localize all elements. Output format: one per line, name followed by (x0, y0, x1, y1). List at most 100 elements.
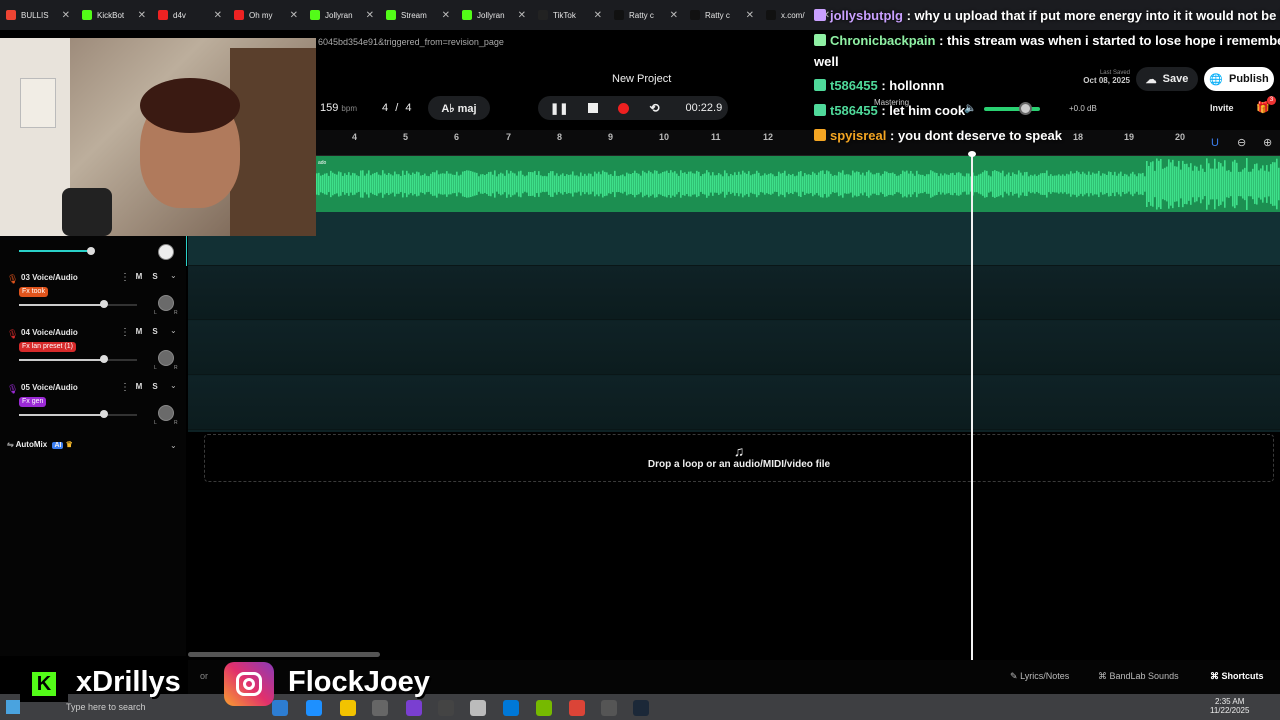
close-icon[interactable]: ✕ (594, 10, 602, 21)
close-icon[interactable]: ✕ (670, 10, 678, 21)
mute-button[interactable]: M (133, 271, 145, 283)
track-header[interactable]: 🎙 05 Voice/Audio Fx gen ⋮ M S ⌄ L R (0, 376, 186, 431)
save-button[interactable]: ☁ Save (1136, 67, 1198, 91)
drop-zone[interactable]: ♫ Drop a loop or an audio/MIDI/video fil… (204, 434, 1274, 482)
volume-knob[interactable] (100, 300, 108, 308)
tempo-display[interactable]: 159 bpm (320, 102, 357, 114)
taskbar-app-icon[interactable] (406, 700, 422, 716)
close-icon[interactable]: ✕ (746, 10, 754, 21)
loop-icon[interactable]: ⟲ (649, 101, 659, 115)
fx-badge[interactable]: Fx gen (19, 397, 47, 407)
taskbar-app-icon[interactable] (272, 700, 288, 716)
system-clock[interactable]: 2:35 AM 11/22/2025 (1210, 697, 1249, 715)
lane-03[interactable] (188, 266, 1280, 320)
automix-chevron-icon[interactable]: ⌄ (170, 441, 177, 450)
lane-04[interactable] (188, 321, 1280, 375)
fx-badge[interactable]: Fx lan preset (1) (19, 342, 76, 352)
horizontal-scrollbar[interactable] (188, 652, 380, 657)
close-icon[interactable]: ✕ (62, 10, 70, 21)
record-icon[interactable] (618, 102, 630, 114)
audio-region-waveform[interactable]: ado (316, 156, 1280, 212)
speaker-icon[interactable]: 🔈 (964, 103, 976, 114)
volume-knob[interactable] (100, 355, 108, 363)
project-title[interactable]: New Project (612, 73, 671, 85)
track-02-pan-knob[interactable] (158, 244, 174, 260)
solo-button[interactable]: S (149, 326, 161, 338)
magnet-icon[interactable]: U (1211, 137, 1219, 149)
chevron-down-icon[interactable]: ⌄ (170, 326, 177, 335)
playhead-handle[interactable] (968, 151, 976, 157)
pause-icon[interactable]: ❚❚ (550, 102, 568, 115)
close-icon[interactable]: ✕ (214, 10, 222, 21)
zoom-in-icon[interactable]: ⊕ (1263, 136, 1272, 149)
volume-slider[interactable] (19, 304, 137, 306)
close-icon[interactable]: ✕ (442, 10, 450, 21)
track-02-volume-slider[interactable] (19, 250, 91, 252)
fx-badge[interactable]: Fx took (19, 287, 48, 297)
taskbar-app-icon[interactable] (633, 700, 649, 716)
close-icon[interactable]: ✕ (138, 10, 146, 21)
browser-tab[interactable]: Oh my ✕ (228, 0, 304, 30)
track-name[interactable]: 04 Voice/Audio (21, 328, 78, 337)
browser-tab[interactable]: TikTok ✕ (532, 0, 608, 30)
chevron-down-icon[interactable]: ⌄ (170, 271, 177, 280)
playhead[interactable] (971, 152, 973, 660)
chevron-down-icon[interactable]: ⌄ (170, 381, 177, 390)
browser-tab[interactable]: Ratty c ✕ (684, 0, 760, 30)
publish-button[interactable]: 🌐 Publish (1204, 67, 1274, 91)
track-header[interactable]: 🎙 04 Voice/Audio Fx lan preset (1) ⋮ M S ⌄ L R (0, 321, 186, 376)
pan-knob[interactable] (158, 295, 174, 311)
taskbar-app-icon[interactable] (438, 700, 454, 716)
taskbar-app-icon[interactable] (470, 700, 486, 716)
shortcuts-button[interactable]: ⌘ Shortcuts (1210, 671, 1264, 682)
taskbar-app-icon[interactable] (569, 700, 585, 716)
key-selector[interactable]: A♭ maj (428, 96, 490, 120)
browser-tab[interactable]: Jollyran ✕ (456, 0, 532, 30)
browser-tab[interactable]: Stream ✕ (380, 0, 456, 30)
close-icon[interactable]: ✕ (290, 10, 298, 21)
volume-knob[interactable] (100, 410, 108, 418)
taskbar-app-icon[interactable] (503, 700, 519, 716)
lyrics-notes-button[interactable]: ✎ Lyrics/Notes (1010, 671, 1069, 682)
invite-button[interactable]: Invite (1210, 103, 1234, 113)
taskbar-app-icon[interactable] (536, 700, 552, 716)
windows-start-icon[interactable] (6, 700, 20, 714)
volume-slider[interactable] (19, 359, 137, 361)
mute-button[interactable]: M (133, 381, 145, 393)
more-options-icon[interactable]: ⋮ (120, 272, 130, 283)
taskbar-app-icon[interactable] (601, 700, 617, 716)
more-options-icon[interactable]: ⋮ (120, 382, 130, 393)
timeline-ruler[interactable]: 4 5 6 7 8 9 10 11 12 18 19 20 (316, 130, 1280, 156)
close-icon[interactable]: ✕ (518, 10, 526, 21)
taskbar-app-icon[interactable] (340, 700, 356, 716)
browser-tab[interactable]: Ratty c ✕ (608, 0, 684, 30)
zoom-out-icon[interactable]: ⊖ (1237, 136, 1246, 149)
time-signature[interactable]: 4 / 4 (382, 102, 411, 114)
automix-row[interactable]: ⇋ AutoMix AI ♛ (7, 440, 73, 449)
volume-slider[interactable] (19, 414, 137, 416)
taskbar-app-icon[interactable] (372, 700, 388, 716)
master-volume-knob[interactable] (1019, 102, 1032, 115)
browser-tab[interactable]: Jollyran ✕ (304, 0, 380, 30)
mute-button[interactable]: M (133, 326, 145, 338)
taskbar-app-icon[interactable] (306, 700, 322, 716)
taskbar-search[interactable]: Type here to search (66, 702, 146, 712)
pan-knob[interactable] (158, 350, 174, 366)
lane-05[interactable] (188, 376, 1280, 430)
solo-button[interactable]: S (149, 271, 161, 283)
track-name[interactable]: 03 Voice/Audio (21, 273, 78, 282)
track-header[interactable]: 🎙 03 Voice/Audio Fx took ⋮ M S ⌄ L R (0, 266, 186, 321)
track-02-volume-knob[interactable] (87, 247, 95, 255)
browser-tab[interactable]: BULLIS ✕ (0, 0, 76, 30)
solo-button[interactable]: S (149, 381, 161, 393)
browser-tab[interactable]: KickBot ✕ (76, 0, 152, 30)
bandlab-sounds-button[interactable]: ⌘ BandLab Sounds (1098, 671, 1179, 682)
close-icon[interactable]: ✕ (366, 10, 374, 21)
lane-02[interactable] (188, 212, 1280, 266)
url-bar[interactable]: 6045bd354e91&triggered_from=revision_pag… (316, 30, 816, 54)
pan-knob[interactable] (158, 405, 174, 421)
stop-icon[interactable] (588, 103, 599, 113)
more-options-icon[interactable]: ⋮ (120, 327, 130, 338)
track-name[interactable]: 05 Voice/Audio (21, 383, 78, 392)
browser-tab[interactable]: d4v ✕ (152, 0, 228, 30)
